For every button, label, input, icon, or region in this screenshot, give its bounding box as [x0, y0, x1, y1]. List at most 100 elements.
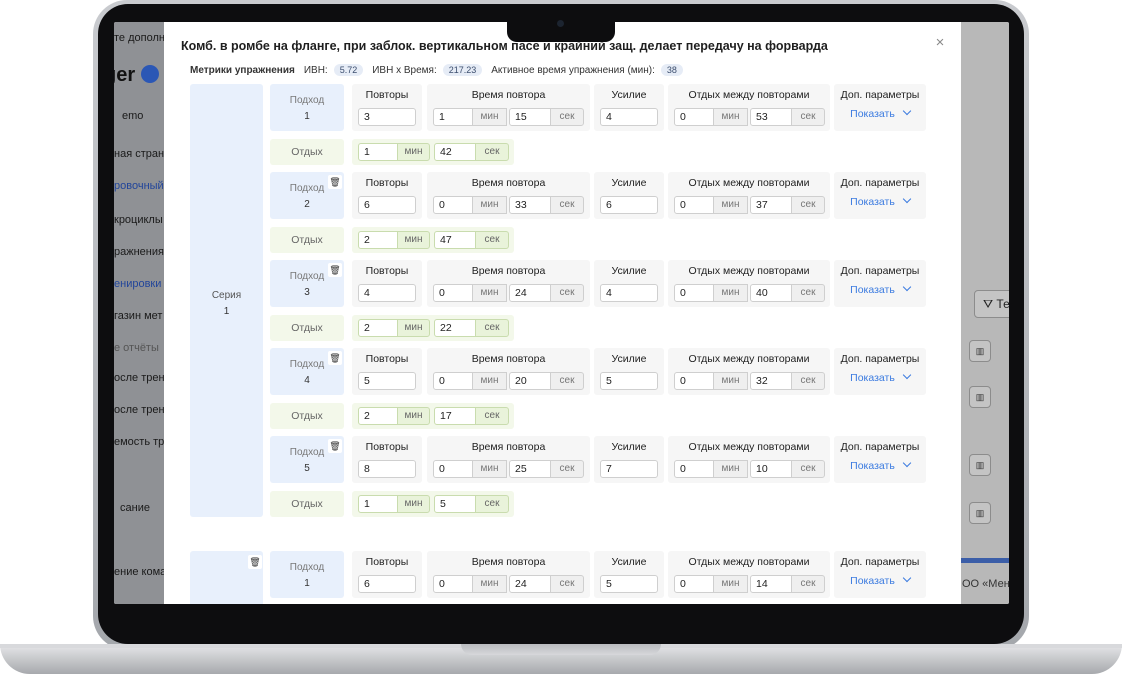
rest-between-min-input[interactable]: 0 — [674, 372, 714, 390]
rep-time-min-input[interactable]: 1 — [433, 108, 473, 126]
extra-params-header: Доп. параметры — [840, 177, 920, 189]
min-unit: мин — [713, 460, 748, 478]
sidebar-item[interactable]: emo — [122, 110, 143, 122]
rest-between-min-input[interactable]: 0 — [674, 108, 714, 126]
sec-unit: сек — [550, 372, 584, 390]
sidebar-item[interactable]: емость тр — [114, 436, 164, 448]
rep-time-card: Время повтора 0 мин 20 сек — [427, 348, 590, 395]
rep-time-card: Время повтора 0 мин 33 сек — [427, 172, 590, 219]
active-time-label: Активное время упражнения (мин): — [491, 64, 655, 76]
chart-icon[interactable]: ▥ — [969, 340, 991, 362]
trash-icon[interactable]: 🗑 — [328, 263, 342, 277]
rep-time-sec-input[interactable]: 15 — [509, 108, 551, 126]
effort-input[interactable]: 6 — [600, 196, 658, 214]
rest-min-input[interactable]: 2 — [358, 319, 398, 337]
rest-label: Отдых — [270, 403, 344, 429]
sidebar-item[interactable]: сание — [120, 502, 150, 514]
filter-button[interactable]: ⛛ Те — [974, 290, 1009, 318]
rest-between-sec-input[interactable]: 14 — [750, 575, 792, 593]
exercise-modal: Комб. в ромбе на фланге, при заблок. вер… — [164, 22, 961, 604]
trash-icon[interactable]: 🗑 — [328, 351, 342, 365]
reps-input[interactable]: 8 — [358, 460, 416, 478]
rest-between-min-input[interactable]: 0 — [674, 575, 714, 593]
extra-params-header: Доп. параметры — [840, 353, 920, 365]
reps-input[interactable]: 3 — [358, 108, 416, 126]
rest-between-header: Отдых между повторами — [688, 353, 810, 365]
rest-sec-input[interactable]: 5 — [434, 495, 476, 513]
rep-time-min-input[interactable]: 0 — [433, 196, 473, 214]
rest-min-input[interactable]: 1 — [358, 143, 398, 161]
rest-sec-input[interactable]: 17 — [434, 407, 476, 425]
show-extra-button[interactable]: Показать — [834, 106, 926, 120]
show-extra-button[interactable]: Показать — [834, 194, 926, 208]
show-extra-button[interactable]: Показать — [834, 458, 926, 472]
rest-sec-input[interactable]: 42 — [434, 143, 476, 161]
trash-icon[interactable]: 🗑 — [328, 439, 342, 453]
effort-input[interactable]: 4 — [600, 284, 658, 302]
trash-icon[interactable]: 🗑 — [248, 555, 262, 569]
rep-time-sec-input[interactable]: 25 — [509, 460, 551, 478]
ivn-label: ИВН: — [303, 64, 328, 76]
show-label: Показать — [850, 372, 895, 384]
reps-input[interactable]: 6 — [358, 196, 416, 214]
rep-time-sec-input[interactable]: 24 — [509, 284, 551, 302]
rest-between-sec-input[interactable]: 37 — [750, 196, 792, 214]
reps-input[interactable]: 5 — [358, 372, 416, 390]
rest-between-sec-input[interactable]: 40 — [750, 284, 792, 302]
rep-time-sec-input[interactable]: 24 — [509, 575, 551, 593]
sidebar-item[interactable]: осле трен — [114, 404, 165, 416]
rest-sec-input[interactable]: 47 — [434, 231, 476, 249]
rest-between-sec-input[interactable]: 32 — [750, 372, 792, 390]
close-icon[interactable]: × — [932, 35, 948, 51]
rest-between-min-input[interactable]: 0 — [674, 460, 714, 478]
rep-time-min-input[interactable]: 0 — [433, 284, 473, 302]
sidebar-item[interactable]: ровочный — [114, 180, 164, 192]
rest-between-sec-input[interactable]: 53 — [750, 108, 792, 126]
rest-min-input[interactable]: 2 — [358, 231, 398, 249]
approach-label: Подход 1 — [270, 551, 344, 598]
active-time-value: 38 — [660, 64, 683, 76]
sidebar-item[interactable]: газин мет — [114, 310, 162, 322]
trash-icon[interactable]: 🗑 — [328, 175, 342, 189]
globe-icon — [140, 65, 159, 83]
effort-input[interactable]: 5 — [600, 575, 658, 593]
rep-time-min-input[interactable]: 0 — [433, 575, 473, 593]
reps-input[interactable]: 4 — [358, 284, 416, 302]
sidebar-item[interactable]: ражнения — [114, 246, 164, 258]
sidebar-item[interactable]: ение кома — [114, 566, 166, 578]
rep-time-sec-input[interactable]: 33 — [509, 196, 551, 214]
effort-input[interactable]: 5 — [600, 372, 658, 390]
sidebar-item[interactable]: осле трен — [114, 372, 165, 384]
rep-time-min-input[interactable]: 0 — [433, 372, 473, 390]
chart-icon[interactable]: ▥ — [969, 502, 991, 524]
rest-between-min-input[interactable]: 0 — [674, 196, 714, 214]
rest-min-input[interactable]: 1 — [358, 495, 398, 513]
sidebar-item[interactable]: те дополн — [114, 32, 165, 44]
chart-icon[interactable]: ▥ — [969, 386, 991, 408]
rest-between-sec-input[interactable]: 10 — [750, 460, 792, 478]
rest-between-header: Отдых между повторами — [688, 177, 810, 189]
sec-unit: сек — [475, 231, 509, 249]
filter-label: Те — [996, 297, 1009, 311]
effort-input[interactable]: 7 — [600, 460, 658, 478]
reps-input[interactable]: 6 — [358, 575, 416, 593]
chart-icon[interactable]: ▥ — [969, 454, 991, 476]
sidebar-item[interactable]: кроциклы — [114, 214, 163, 226]
reps-card: Повторы 8 — [352, 436, 422, 483]
show-extra-button[interactable]: Показать — [834, 573, 926, 587]
sidebar-item[interactable]: ная стран — [114, 148, 164, 160]
min-unit: мин — [713, 284, 748, 302]
sidebar-item[interactable]: енировки — [114, 278, 161, 290]
effort-input[interactable]: 4 — [600, 108, 658, 126]
rest-min-input[interactable]: 2 — [358, 407, 398, 425]
rep-time-min-input[interactable]: 0 — [433, 460, 473, 478]
rest-between-min-input[interactable]: 0 — [674, 284, 714, 302]
effort-header: Усилие — [611, 556, 647, 568]
sidebar-item[interactable]: е отчёты — [114, 342, 159, 354]
reps-header: Повторы — [365, 89, 409, 101]
rep-time-sec-input[interactable]: 20 — [509, 372, 551, 390]
show-extra-button[interactable]: Показать — [834, 282, 926, 296]
rest-sec-input[interactable]: 22 — [434, 319, 476, 337]
show-extra-button[interactable]: Показать — [834, 370, 926, 384]
effort-header: Усилие — [611, 353, 647, 365]
